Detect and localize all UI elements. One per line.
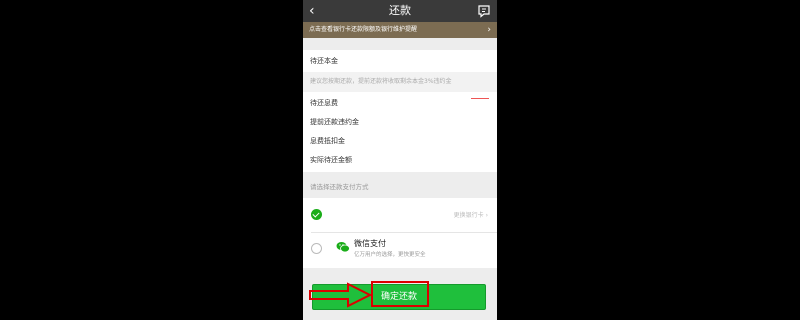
selected-check-icon[interactable] xyxy=(311,209,322,220)
notice-text: 点击查看银行卡还款限额及银行维护提醒 xyxy=(309,26,418,33)
divider xyxy=(311,232,497,233)
payment-section-label: 请选择还款支付方式 xyxy=(310,183,369,191)
principal-label: 待还本金 xyxy=(310,57,338,65)
chevron-right-icon: › xyxy=(485,212,488,219)
feedback-icon[interactable] xyxy=(477,4,491,18)
prepayment-hint-text: 建议您按期还款，提前还款将收取剩余本金3%违约金 xyxy=(310,78,452,85)
discount-label: 息费抵扣金 xyxy=(310,137,345,145)
highlight-box xyxy=(371,281,429,307)
change-card-label: 更换银行卡 xyxy=(453,212,484,219)
wechat-pay-name: 微信支付 xyxy=(354,239,386,248)
repayment-details-card: 待还本金 建议您按期还款，提前还款将收取剩余本金3%违约金 待还息费 提前还款违… xyxy=(303,50,497,172)
actual-amount-label: 实际待还金额 xyxy=(310,156,352,164)
interest-label: 待还息费 xyxy=(310,99,338,107)
divider-mark xyxy=(471,98,489,99)
change-card-link[interactable]: 更换银行卡 › xyxy=(454,210,488,219)
phone-screen: ‹ 还款 点击查看银行卡还款限额及银行维护提醒 › 待还本金 建议您按期还款，提… xyxy=(303,0,497,320)
notice-bar[interactable]: 点击查看银行卡还款限额及银行维护提醒 › xyxy=(303,22,497,38)
wechat-icon xyxy=(336,242,350,253)
wechat-pay-desc: 亿万用户的选择，更快更安全 xyxy=(354,252,426,258)
prepayment-hint: 建议您按期还款，提前还款将收取剩余本金3%违约金 xyxy=(303,72,497,92)
page-title: 还款 xyxy=(389,4,411,17)
wechat-pay-radio[interactable] xyxy=(311,243,322,254)
penalty-label: 提前还款违约金 xyxy=(310,118,359,126)
top-bar: ‹ 还款 xyxy=(303,0,497,22)
chevron-right-icon: › xyxy=(487,25,491,35)
annotation-arrow-icon xyxy=(309,282,372,308)
